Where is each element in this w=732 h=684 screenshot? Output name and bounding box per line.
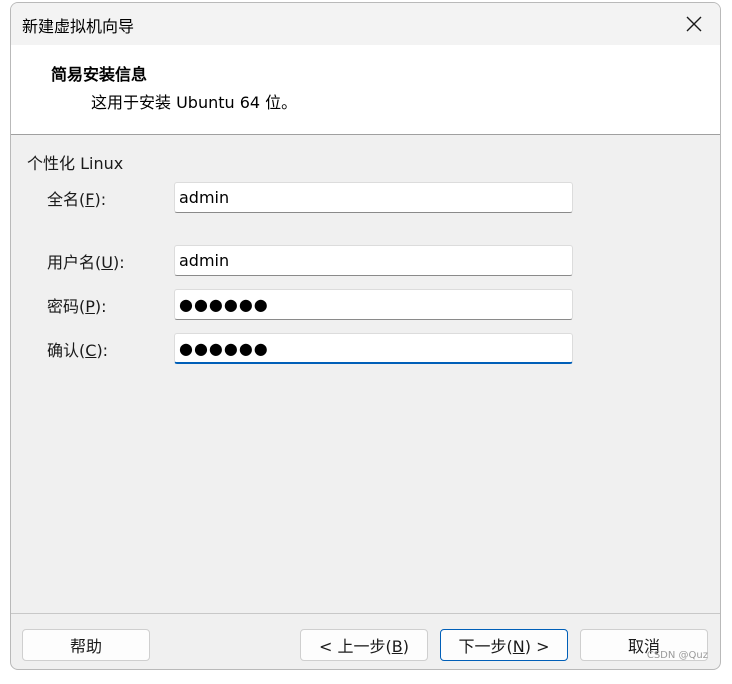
close-icon — [686, 16, 702, 32]
window-title: 新建虚拟机向导 — [22, 17, 135, 36]
password-input[interactable]: ●●●●●● — [174, 289, 573, 320]
header-title: 简易安装信息 — [51, 65, 148, 84]
username-input[interactable]: admin — [174, 245, 573, 276]
help-button[interactable]: 帮助 — [22, 629, 150, 661]
confirm-password-input[interactable]: ●●●●●● — [174, 333, 573, 364]
header-subtitle: 这用于安装 Ubuntu 64 位。 — [91, 93, 298, 112]
back-button[interactable]: < 上一步(B) — [300, 629, 428, 661]
next-button-label: 下一步(N) > — [458, 637, 550, 656]
username-label: 用户名(U): — [47, 253, 125, 272]
section-title: 个性化 Linux — [27, 154, 124, 173]
title-bar: 新建虚拟机向导 — [11, 3, 720, 45]
close-button[interactable] — [672, 5, 716, 43]
back-button-label: < 上一步(B) — [319, 637, 409, 656]
fullname-label: 全名(F): — [47, 190, 107, 209]
confirm-password-label: 确认(C): — [47, 341, 109, 360]
fullname-input[interactable]: admin — [174, 182, 573, 213]
password-label: 密码(P): — [47, 297, 107, 316]
footer-divider — [11, 613, 720, 614]
watermark: CSDN @Quz — [646, 650, 708, 661]
header-panel: 简易安装信息 这用于安装 Ubuntu 64 位。 — [11, 45, 720, 135]
new-vm-wizard-dialog: 新建虚拟机向导 简易安装信息 这用于安装 Ubuntu 64 位。 个性化 Li… — [10, 2, 721, 670]
next-button[interactable]: 下一步(N) > — [440, 629, 568, 661]
help-button-label: 帮助 — [69, 637, 102, 656]
